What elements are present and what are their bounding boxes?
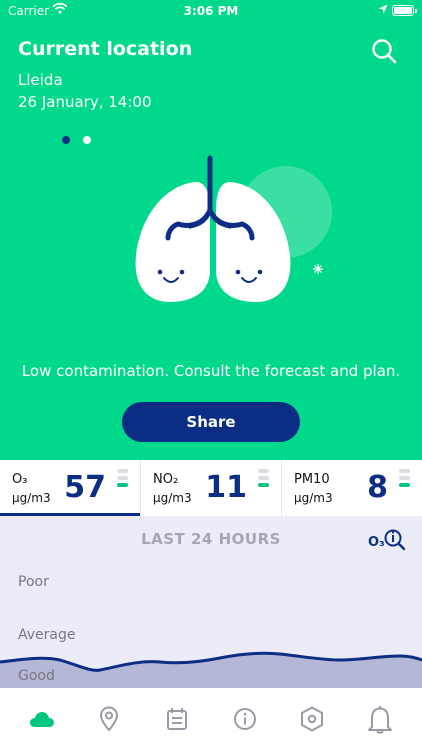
page-dot-2[interactable] — [83, 136, 92, 144]
level-meter-icon — [258, 469, 269, 490]
tab-settings[interactable] — [292, 699, 332, 739]
page-indicator[interactable] — [62, 131, 100, 149]
tab-alerts[interactable] — [360, 699, 400, 739]
location-arrow-icon — [378, 4, 388, 14]
date-time: 26 January, 14:00 — [18, 93, 152, 111]
happy-lungs-illustration — [135, 155, 332, 302]
o3-trend-line — [0, 651, 422, 688]
bottom-tab-bar — [0, 688, 422, 750]
level-label-poor: Poor — [18, 574, 49, 590]
status-bar: Carrier 3:06 PM — [0, 0, 422, 24]
tab-forecast[interactable] — [157, 699, 197, 739]
page-dot-1[interactable] — [62, 136, 70, 144]
pollutant-unit: μg/m3 — [12, 491, 51, 505]
chart-title: LAST 24 HOURS — [141, 530, 281, 548]
history-chart: LAST 24 HOURS O₃ Poor Average Good — [0, 516, 422, 688]
tab-info[interactable] — [225, 699, 265, 739]
pollutant-unit: μg/m3 — [294, 491, 333, 505]
level-meter-icon — [399, 469, 410, 490]
info-icon — [233, 708, 256, 730]
search-icon[interactable] — [370, 37, 398, 65]
pollutant-tabs: O₃ μg/m3 57 NO₂ μg/m3 11 PM10 μg/m3 8 — [0, 460, 422, 516]
pollutant-name: NO₂ — [153, 472, 179, 487]
calendar-icon — [167, 708, 188, 730]
pollutant-value: 8 — [367, 470, 388, 505]
page-title: Current location — [18, 38, 193, 60]
tab-air-quality[interactable] — [22, 699, 62, 739]
pollutant-tab-no2[interactable]: NO₂ μg/m3 11 — [141, 460, 282, 516]
level-label-good: Good — [18, 668, 55, 684]
hero-panel: Carrier 3:06 PM Current location Lleida … — [0, 0, 422, 460]
cloud-icon — [29, 712, 54, 727]
bell-icon — [368, 706, 393, 734]
pollutant-value: 57 — [64, 470, 106, 505]
battery-icon — [392, 5, 417, 16]
pollutant-info-icon[interactable]: O₃ — [368, 526, 408, 552]
tab-locations[interactable] — [89, 699, 129, 739]
pollutant-value: 11 — [205, 470, 247, 505]
air-quality-message: Low contamination. Consult the forecast … — [21, 362, 401, 380]
pollutant-tab-pm10[interactable]: PM10 μg/m3 8 — [282, 460, 422, 516]
location-pin-icon — [100, 706, 119, 732]
hexagon-icon — [301, 706, 324, 732]
share-button[interactable]: Share — [122, 402, 300, 442]
pollutant-name: PM10 — [294, 472, 330, 487]
clock: 3:06 PM — [183, 4, 239, 18]
pollutant-name: O₃ — [12, 472, 28, 487]
pollutant-tab-o3[interactable]: O₃ μg/m3 57 — [0, 460, 141, 516]
city-name: Lleida — [18, 71, 63, 89]
info-pollutant-label: O₃ — [368, 535, 385, 550]
pollutant-unit: μg/m3 — [153, 491, 192, 505]
level-meter-icon — [117, 469, 128, 490]
